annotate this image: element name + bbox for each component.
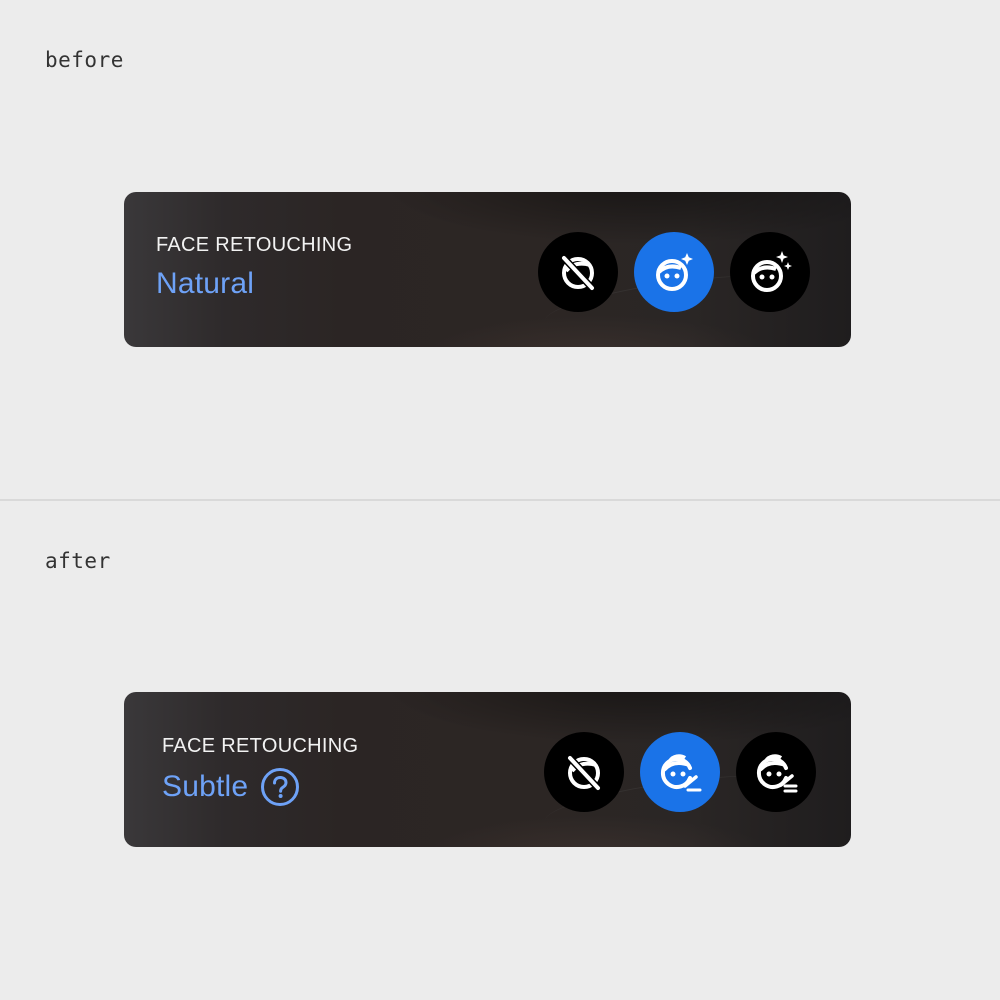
option-off-button[interactable]	[544, 732, 624, 812]
face-retouching-off-icon	[561, 255, 595, 291]
face-retouching-panel: FACE RETOUCHING Natural	[124, 192, 851, 347]
retouching-value: Subtle	[162, 770, 249, 803]
before-section: before FACE RETOUCHING Natural	[0, 0, 1000, 499]
help-icon[interactable]	[260, 767, 300, 807]
panel-title: FACE RETOUCHING	[162, 735, 359, 757]
option-natural-button[interactable]	[634, 232, 714, 312]
panel-title: FACE RETOUCHING	[156, 234, 353, 256]
option-strong-button[interactable]	[736, 732, 816, 812]
help-circle-icon	[261, 768, 300, 806]
after-label: after	[45, 549, 111, 573]
after-section: after FACE RETOUCHING Subtle	[0, 501, 1000, 1000]
face-retouching-subtle-icon	[661, 754, 702, 792]
face-retouching-natural-icon	[656, 253, 693, 291]
retouching-value: Natural	[156, 267, 255, 300]
face-retouching-off-icon	[567, 755, 601, 791]
face-retouching-strong-edit-icon	[757, 754, 798, 793]
face-retouching-panel: FACE RETOUCHING Subtle	[124, 692, 851, 847]
value-row: Subtle	[162, 767, 300, 807]
option-subtle-button[interactable]	[640, 732, 720, 812]
before-label: before	[45, 48, 124, 72]
retouching-options	[544, 732, 816, 812]
retouching-options	[538, 232, 810, 312]
option-strong-button[interactable]	[730, 232, 810, 312]
value-row: Natural	[156, 267, 254, 301]
option-off-button[interactable]	[538, 232, 618, 312]
face-retouching-strong-icon	[751, 251, 792, 292]
